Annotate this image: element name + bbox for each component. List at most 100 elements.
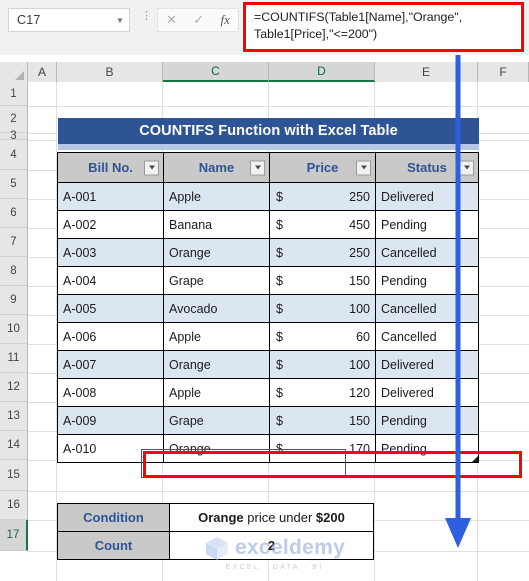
cell-bill-no[interactable]: A-001	[57, 182, 164, 211]
column-header-status[interactable]: Status	[375, 152, 479, 183]
gridline-horizontal	[28, 491, 529, 492]
cell-price[interactable]: $150	[269, 266, 376, 295]
cell-name[interactable]: Orange	[163, 434, 270, 463]
row-header-9[interactable]: 9	[0, 286, 28, 315]
cell-name[interactable]: Orange	[163, 238, 270, 267]
count-result-cell[interactable]: 2	[169, 531, 374, 560]
cell-status[interactable]: Cancelled	[375, 322, 479, 351]
row-header-6[interactable]: 6	[0, 199, 28, 228]
cell-status[interactable]: Pending	[375, 266, 479, 295]
cell-name[interactable]: Apple	[163, 182, 270, 211]
table-row[interactable]: A-002 Banana $450 Pending	[57, 210, 479, 239]
row-header-11[interactable]: 11	[0, 344, 28, 373]
cell-price[interactable]: $120	[269, 378, 376, 407]
cell-status[interactable]: Delivered	[375, 378, 479, 407]
cell-name[interactable]: Grape	[163, 406, 270, 435]
cell-name[interactable]: Orange	[163, 350, 270, 379]
row-header-3[interactable]: 3	[0, 130, 28, 142]
column-header-f[interactable]: F	[478, 62, 529, 82]
table-row[interactable]: A-001 Apple $250 Delivered	[57, 182, 479, 211]
cancel-icon[interactable]: ✕	[166, 12, 177, 28]
filter-dropdown-icon[interactable]	[250, 160, 265, 175]
table-row[interactable]: A-008 Apple $120 Delivered	[57, 378, 479, 407]
row-header-4[interactable]: 4	[0, 140, 28, 170]
cell-bill-no[interactable]: A-004	[57, 266, 164, 295]
cell-status[interactable]: Pending	[375, 210, 479, 239]
cell-price[interactable]: $250	[269, 182, 376, 211]
table-row[interactable]: A-004 Grape $150 Pending	[57, 266, 479, 295]
cell-bill-no[interactable]: A-009	[57, 406, 164, 435]
confirm-icon[interactable]: ✓	[193, 12, 204, 28]
cell-price[interactable]: $170	[269, 434, 376, 463]
condition-amount: $200	[315, 510, 345, 525]
table-row[interactable]: A-005 Avocado $100 Cancelled	[57, 294, 479, 323]
cell-bill-no[interactable]: A-010	[57, 434, 164, 463]
row-header-5[interactable]: 5	[0, 170, 28, 199]
formula-input[interactable]: =COUNTIFS(Table1[Name],"Orange", Table1[…	[243, 2, 524, 52]
cell-price[interactable]: $250	[269, 238, 376, 267]
row-header-1[interactable]: 1	[0, 82, 28, 106]
condition-row: Condition Orange price under $200	[57, 503, 374, 532]
insert-function-icon[interactable]: fx	[220, 12, 229, 28]
row-header-13[interactable]: 13	[0, 402, 28, 431]
row-header-10[interactable]: 10	[0, 315, 28, 344]
cell-name[interactable]: Grape	[163, 266, 270, 295]
column-header-a[interactable]: A	[28, 62, 57, 82]
cell-bill-no[interactable]: A-005	[57, 294, 164, 323]
row-header-8[interactable]: 8	[0, 257, 28, 286]
data-table: Bill No. Name Price Status A-001 Apple $…	[57, 152, 479, 463]
cell-price[interactable]: $150	[269, 406, 376, 435]
cell-status[interactable]: Delivered	[375, 350, 479, 379]
row-header-2[interactable]: 2	[0, 106, 28, 133]
cell-name[interactable]: Avocado	[163, 294, 270, 323]
row-header-17[interactable]: 17	[0, 520, 28, 551]
row-header-15[interactable]: 15	[0, 460, 28, 491]
condition-label: Condition	[57, 503, 170, 532]
cell-bill-no[interactable]: A-003	[57, 238, 164, 267]
table-row[interactable]: A-003 Orange $250 Cancelled	[57, 238, 479, 267]
column-header-c[interactable]: C	[163, 62, 269, 82]
filter-dropdown-icon[interactable]	[356, 160, 371, 175]
excel-screenshot: C17 ▼ ⋮ ✕ ✓ fx =COUNTIFS(Table1[Name],"O…	[0, 0, 529, 581]
cell-price[interactable]: $100	[269, 350, 376, 379]
more-options-icon[interactable]: ⋮	[141, 11, 152, 28]
cell-bill-no[interactable]: A-008	[57, 378, 164, 407]
chevron-down-icon[interactable]: ▼	[111, 16, 129, 25]
column-header-name[interactable]: Name	[163, 152, 270, 183]
name-box[interactable]: C17 ▼	[8, 8, 130, 32]
cell-status[interactable]: Cancelled	[375, 238, 479, 267]
cell-bill-no[interactable]: A-006	[57, 322, 164, 351]
worksheet-grid[interactable]: COUNTIFS Function with Excel Table Bill …	[28, 82, 529, 581]
cell-price[interactable]: $450	[269, 210, 376, 239]
table-row[interactable]: A-010 Orange $170 Pending	[57, 434, 479, 463]
cell-bill-no[interactable]: A-002	[57, 210, 164, 239]
cell-status[interactable]: Pending	[375, 406, 479, 435]
table-row[interactable]: A-006 Apple $60 Cancelled	[57, 322, 479, 351]
cell-status[interactable]: Delivered	[375, 182, 479, 211]
row-header-7[interactable]: 7	[0, 228, 28, 257]
cell-bill-no[interactable]: A-007	[57, 350, 164, 379]
cell-name[interactable]: Banana	[163, 210, 270, 239]
table-row[interactable]: A-009 Grape $150 Pending	[57, 406, 479, 435]
column-header-e[interactable]: E	[375, 62, 478, 82]
row-header-12[interactable]: 12	[0, 373, 28, 402]
column-header-bill-no[interactable]: Bill No.	[57, 152, 164, 183]
filter-dropdown-icon[interactable]	[459, 160, 474, 175]
cell-name[interactable]: Apple	[163, 322, 270, 351]
column-header-price[interactable]: Price	[269, 152, 376, 183]
table-row[interactable]: A-007 Orange $100 Delivered	[57, 350, 479, 379]
cell-price[interactable]: $100	[269, 294, 376, 323]
column-header-b[interactable]: B	[57, 62, 163, 82]
filter-dropdown-icon[interactable]	[144, 160, 159, 175]
row-header-14[interactable]: 14	[0, 431, 28, 460]
table-resize-handle-icon[interactable]	[472, 456, 478, 462]
cell-status[interactable]: Pending	[375, 434, 479, 463]
cell-price[interactable]: $60	[269, 322, 376, 351]
column-header-d[interactable]: D	[269, 62, 375, 82]
select-all-corner[interactable]	[0, 62, 28, 82]
cell-name[interactable]: Apple	[163, 378, 270, 407]
cell-status[interactable]: Cancelled	[375, 294, 479, 323]
condition-value[interactable]: Orange price under $200	[169, 503, 374, 532]
table-header-row: Bill No. Name Price Status	[57, 152, 479, 183]
row-header-16[interactable]: 16	[0, 491, 28, 520]
